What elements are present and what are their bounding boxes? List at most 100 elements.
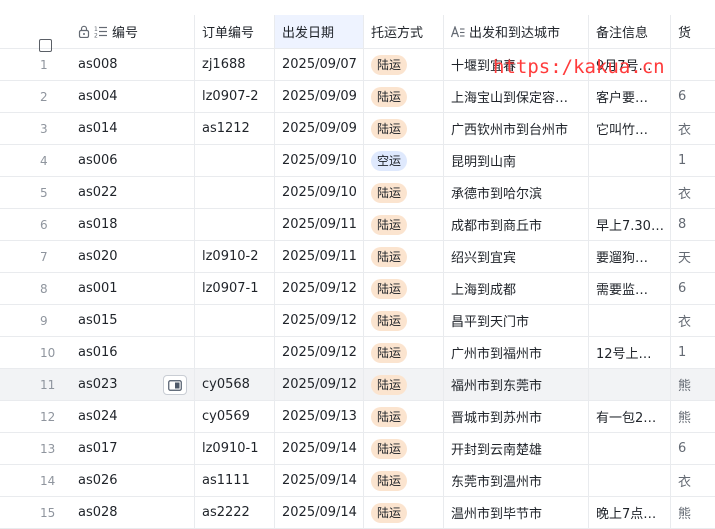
cell-order[interactable]: lz0910-1 [194, 433, 274, 464]
cell-code[interactable]: as018 [70, 209, 194, 240]
cell-code[interactable]: as026 [70, 465, 194, 496]
cell-order[interactable]: lz0907-1 [194, 273, 274, 304]
cell-mode[interactable]: 陆运 [363, 433, 443, 464]
cell-date[interactable]: 2025/09/10 [274, 177, 363, 208]
cell-route[interactable]: 晋城市到苏州市 [443, 401, 588, 432]
cell-note[interactable]: 12号上… [588, 337, 670, 368]
table-row[interactable]: 6 as018 2025/09/11 陆运 成都市到商丘市 早上7.30… 8 [0, 209, 715, 241]
table-row[interactable]: 8 as001 lz0907-1 2025/09/12 陆运 上海到成都 需要监… 6 [0, 273, 715, 305]
cell-mode[interactable]: 陆运 [363, 177, 443, 208]
cell-mode[interactable]: 陆运 [363, 49, 443, 80]
cell-order[interactable]: as1111 [194, 465, 274, 496]
cell-date[interactable]: 2025/09/11 [274, 241, 363, 272]
table-row[interactable]: 13 as017 lz0910-1 2025/09/14 陆运 开封到云南楚雄 6 [0, 433, 715, 465]
cell-note[interactable] [588, 433, 670, 464]
cell-route[interactable]: 广州市到福州市 [443, 337, 588, 368]
cell-extra[interactable] [670, 49, 715, 80]
table-row[interactable]: 15 as028 as2222 2025/09/14 陆运 温州市到毕节市 晚上7点… 熊 [0, 497, 715, 529]
cell-order[interactable]: as1212 [194, 113, 274, 144]
cell-route[interactable]: 昆明到山南 [443, 145, 588, 176]
cell-mode[interactable]: 陆运 [363, 113, 443, 144]
cell-date[interactable]: 2025/09/13 [274, 401, 363, 432]
cell-order[interactable]: cy0569 [194, 401, 274, 432]
column-header-code[interactable]: 12 编号 [70, 15, 194, 48]
cell-route[interactable]: 承德市到哈尔滨 [443, 177, 588, 208]
cell-order[interactable]: lz0910-2 [194, 241, 274, 272]
cell-note[interactable] [588, 465, 670, 496]
column-header-note[interactable]: 备注信息 [588, 15, 670, 48]
cell-extra[interactable]: 衣 [670, 113, 715, 144]
cell-route[interactable]: 十堰到宜春 [443, 49, 588, 80]
cell-order[interactable] [194, 305, 274, 336]
cell-mode[interactable]: 陆运 [363, 497, 443, 528]
cell-note[interactable]: 早上7.30… [588, 209, 670, 240]
cell-mode[interactable]: 空运 [363, 145, 443, 176]
cell-code[interactable]: as022 [70, 177, 194, 208]
column-header-order[interactable]: 订单编号 [194, 15, 274, 48]
cell-code[interactable]: as016 [70, 337, 194, 368]
cell-mode[interactable]: 陆运 [363, 465, 443, 496]
cell-code[interactable]: as015 [70, 305, 194, 336]
table-row[interactable]: 5 as022 2025/09/10 陆运 承德市到哈尔滨 衣 [0, 177, 715, 209]
cell-order[interactable]: as2222 [194, 497, 274, 528]
cell-code[interactable]: as008 [70, 49, 194, 80]
cell-note[interactable]: 要遛狗… [588, 241, 670, 272]
table-row[interactable]: 12 as024 cy0569 2025/09/13 陆运 晋城市到苏州市 有一包2… 熊 [0, 401, 715, 433]
table-row[interactable]: 11 as023 cy0568 2025/09/12 陆运 福州市到东莞市 熊 [0, 369, 715, 401]
cell-route[interactable]: 广西钦州市到台州市 [443, 113, 588, 144]
cell-extra[interactable]: 1 [670, 337, 715, 368]
cell-code[interactable]: as020 [70, 241, 194, 272]
cell-extra[interactable]: 6 [670, 81, 715, 112]
cell-extra[interactable]: 熊 [670, 369, 715, 400]
cell-date[interactable]: 2025/09/12 [274, 337, 363, 368]
cell-note[interactable]: 它叫竹… [588, 113, 670, 144]
cell-order[interactable] [194, 145, 274, 176]
cell-code[interactable]: as017 [70, 433, 194, 464]
cell-date[interactable]: 2025/09/14 [274, 433, 363, 464]
cell-route[interactable]: 成都市到商丘市 [443, 209, 588, 240]
cell-code[interactable]: as024 [70, 401, 194, 432]
cell-note[interactable]: 有一包2… [588, 401, 670, 432]
cell-mode[interactable]: 陆运 [363, 305, 443, 336]
cell-date[interactable]: 2025/09/12 [274, 369, 363, 400]
cell-mode[interactable]: 陆运 [363, 209, 443, 240]
cell-date[interactable]: 2025/09/12 [274, 305, 363, 336]
table-row[interactable]: 3 as014 as1212 2025/09/09 陆运 广西钦州市到台州市 它叫竹… 衣 [0, 113, 715, 145]
cell-note[interactable]: 客户要… [588, 81, 670, 112]
cell-code[interactable]: as001 [70, 273, 194, 304]
cell-code[interactable]: as028 [70, 497, 194, 528]
cell-note[interactable]: 9月7号… [588, 49, 670, 80]
cell-route[interactable]: 温州市到毕节市 [443, 497, 588, 528]
cell-order[interactable]: zj1688 [194, 49, 274, 80]
cell-mode[interactable]: 陆运 [363, 369, 443, 400]
cell-extra[interactable]: 1 [670, 145, 715, 176]
column-header-mode[interactable]: 托运方式 [363, 15, 443, 48]
cell-route[interactable]: 昌平到天门市 [443, 305, 588, 336]
column-header-extra[interactable]: 货 [670, 15, 715, 48]
cell-extra[interactable]: 8 [670, 209, 715, 240]
cell-route[interactable]: 东莞市到温州市 [443, 465, 588, 496]
table-row[interactable]: 9 as015 2025/09/12 陆运 昌平到天门市 衣 [0, 305, 715, 337]
column-header-route[interactable]: 出发和到达城市 [443, 15, 588, 48]
cell-date[interactable]: 2025/09/09 [274, 113, 363, 144]
cell-extra[interactable]: 6 [670, 273, 715, 304]
cell-extra[interactable]: 熊 [670, 401, 715, 432]
cell-extra[interactable]: 衣 [670, 305, 715, 336]
cell-date[interactable]: 2025/09/11 [274, 209, 363, 240]
table-row[interactable]: 4 as006 2025/09/10 空运 昆明到山南 1 [0, 145, 715, 177]
table-row[interactable]: 1 as008 zj1688 2025/09/07 陆运 十堰到宜春 9月7号… [0, 49, 715, 81]
cell-mode[interactable]: 陆运 [363, 401, 443, 432]
cell-mode[interactable]: 陆运 [363, 81, 443, 112]
cell-order[interactable] [194, 209, 274, 240]
cell-note[interactable]: 晚上7点… [588, 497, 670, 528]
table-row[interactable]: 7 as020 lz0910-2 2025/09/11 陆运 绍兴到宜宾 要遛狗… 天 [0, 241, 715, 273]
cell-order[interactable] [194, 337, 274, 368]
cell-extra[interactable]: 衣 [670, 177, 715, 208]
cell-order[interactable]: cy0568 [194, 369, 274, 400]
cell-order[interactable] [194, 177, 274, 208]
cell-order[interactable]: lz0907-2 [194, 81, 274, 112]
cell-note[interactable] [588, 145, 670, 176]
cell-note[interactable]: 需要监… [588, 273, 670, 304]
cell-note[interactable] [588, 177, 670, 208]
table-row[interactable]: 14 as026 as1111 2025/09/14 陆运 东莞市到温州市 衣 [0, 465, 715, 497]
